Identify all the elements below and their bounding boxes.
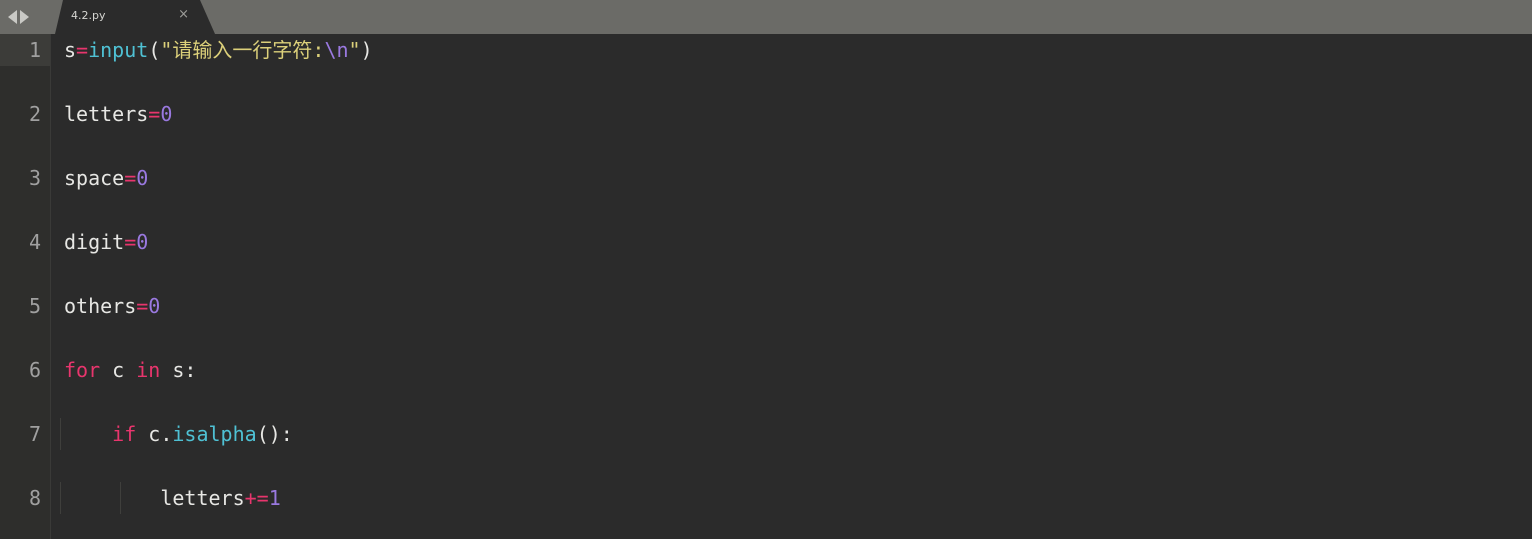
- token-plain: c: [100, 358, 137, 382]
- code-text[interactable]: letters+=1: [64, 482, 281, 514]
- line-number: 4: [28, 230, 41, 254]
- token-esc: \n: [324, 38, 349, 62]
- token-punc: ():: [256, 422, 293, 446]
- close-icon[interactable]: ×: [178, 8, 189, 21]
- tab-navigation-arrows: [8, 0, 29, 34]
- token-plain: s: [64, 38, 77, 62]
- tab-bar: 4.2.py ×: [0, 0, 1532, 34]
- token-str: "请输入一行字符:: [160, 38, 325, 62]
- editor-tab-4-2-py[interactable]: 4.2.py ×: [55, 0, 215, 34]
- code-text[interactable]: if c.isalpha():: [64, 418, 293, 450]
- line-number: 2: [28, 102, 41, 126]
- token-punc: ): [360, 38, 373, 62]
- line-number: 8: [28, 486, 41, 510]
- token-kw: if: [112, 422, 137, 446]
- indent-guide: [60, 418, 61, 450]
- token-num: 0: [136, 166, 149, 190]
- code-rows[interactable]: 1 s=input("请输入一行字符:\n") 2 letters=0 3 space=0…: [0, 34, 1532, 539]
- code-line[interactable]: 3 space=0: [0, 162, 1532, 194]
- code-line[interactable]: 8 letters+=1: [0, 482, 1532, 514]
- token-punc: (: [148, 38, 161, 62]
- code-text[interactable]: for c in s:: [64, 354, 196, 386]
- token-fn: isalpha: [172, 422, 257, 446]
- token-num: 0: [148, 294, 161, 318]
- code-text[interactable]: s=input("请输入一行字符:\n"): [64, 34, 373, 66]
- code-line[interactable]: 4 digit=0: [0, 226, 1532, 258]
- code-text[interactable]: letters=0: [64, 98, 172, 130]
- arrow-right-icon[interactable]: [20, 10, 29, 24]
- line-number: 1: [0, 34, 50, 66]
- token-plain: letters: [64, 486, 245, 510]
- token-str: ": [348, 38, 361, 62]
- token-kw: for: [64, 358, 101, 382]
- token-plain: others: [64, 294, 137, 318]
- token-kw: in: [136, 358, 161, 382]
- code-line[interactable]: 5 others=0: [0, 290, 1532, 322]
- token-op: =: [136, 294, 149, 318]
- indent-guide: [60, 482, 61, 514]
- token-op: =: [124, 166, 137, 190]
- line-number: 7: [28, 422, 41, 446]
- token-op: +=: [244, 486, 269, 510]
- code-text[interactable]: others=0: [64, 290, 160, 322]
- line-number: 3: [28, 166, 41, 190]
- token-plain: c.: [136, 422, 173, 446]
- token-op: =: [76, 38, 89, 62]
- code-line[interactable]: 6 for c in s:: [0, 354, 1532, 386]
- code-line[interactable]: 1 s=input("请输入一行字符:\n"): [0, 34, 1532, 66]
- line-number: 5: [28, 294, 41, 318]
- code-text[interactable]: digit=0: [64, 226, 148, 258]
- token-plain: s:: [160, 358, 197, 382]
- token-op: =: [124, 230, 137, 254]
- line-number: 6: [28, 358, 41, 382]
- code-line[interactable]: 7 if c.isalpha():: [0, 418, 1532, 450]
- token-op: =: [148, 102, 161, 126]
- token-num: 0: [136, 230, 149, 254]
- token-num: 1: [268, 486, 281, 510]
- token-plain: space: [64, 166, 125, 190]
- token-plain: digit: [64, 230, 125, 254]
- token-num: 0: [160, 102, 173, 126]
- tab-label: 4.2.py: [71, 9, 106, 22]
- arrow-left-icon[interactable]: [8, 10, 17, 24]
- code-text[interactable]: space=0: [64, 162, 148, 194]
- code-editor[interactable]: 1 s=input("请输入一行字符:\n") 2 letters=0 3 space=0…: [0, 34, 1532, 539]
- token-plain: letters: [64, 102, 149, 126]
- code-line[interactable]: 2 letters=0: [0, 98, 1532, 130]
- token-fn: input: [88, 38, 149, 62]
